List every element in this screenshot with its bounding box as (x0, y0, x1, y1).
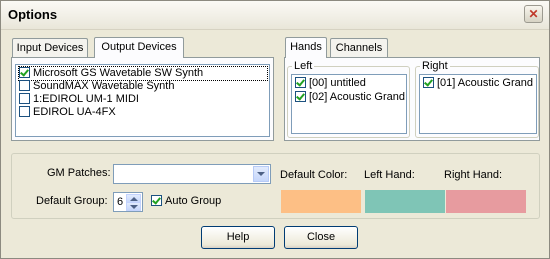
device-label: 1:EDIROL UM-1 MIDI (33, 93, 139, 105)
spin-down-button[interactable] (126, 202, 141, 211)
right-hand-color-swatch[interactable] (446, 190, 526, 213)
track-checkbox[interactable] (423, 77, 434, 88)
auto-group-check[interactable] (151, 195, 162, 206)
track-checkbox[interactable] (295, 91, 306, 102)
default-group-label: Default Group: (36, 195, 108, 207)
list-item[interactable]: 1:EDIROL UM-1 MIDI (19, 93, 139, 106)
device-checkbox[interactable] (19, 106, 30, 117)
device-checkbox[interactable] (19, 80, 30, 91)
options-dialog: Options ✕ Input Devices Output Devices M… (0, 0, 550, 259)
default-color-swatch[interactable] (281, 190, 361, 213)
device-checkbox[interactable] (19, 93, 30, 104)
tab-label: Channels (335, 42, 383, 54)
tab-label: Input Devices (16, 42, 84, 54)
left-hand-list[interactable]: [00] untitled [02] Acoustic Grand Pi (291, 74, 407, 134)
help-label: Help (226, 231, 250, 243)
close-label: Close (306, 231, 336, 243)
right-hand-list[interactable]: [01] Acoustic Grand Pi (419, 74, 537, 134)
dropdown-button[interactable] (253, 166, 269, 182)
left-hand-color-swatch[interactable] (365, 190, 445, 213)
device-label: Microsoft GS Wavetable SW Synth (33, 67, 204, 79)
left-hand-color-label: Left Hand: (364, 169, 415, 181)
gm-patches-select[interactable] (113, 164, 271, 184)
chevron-down-icon (257, 172, 265, 176)
tab-output-devices[interactable]: Output Devices (94, 37, 184, 58)
right-hand-group: Right [01] Acoustic Grand Pi (415, 60, 539, 138)
device-label: SoundMAX Wavetable Synth (33, 80, 175, 92)
close-icon: ✕ (528, 7, 539, 21)
left-hand-group: Left [00] untitled [02] Acoustic Grand P… (287, 60, 410, 138)
dialog-title: Options (8, 7, 58, 22)
device-label: EDIROL UA-4FX (33, 106, 116, 118)
tab-label: Output Devices (101, 41, 177, 53)
left-group-legend: Left (292, 60, 315, 72)
arrow-down-icon (130, 205, 138, 209)
auto-group-label: Auto Group (165, 195, 222, 207)
right-hand-color-label: Right Hand: (444, 169, 503, 181)
track-label: [01] Acoustic Grand Pi (437, 77, 537, 89)
arrow-up-icon (130, 197, 138, 201)
list-item[interactable]: [01] Acoustic Grand Pi (423, 77, 537, 90)
default-color-label: Default Color: (280, 169, 348, 181)
track-label: [00] untitled (309, 77, 366, 89)
help-button[interactable]: Help (201, 226, 275, 249)
right-group-legend: Right (420, 60, 450, 72)
track-label: [02] Acoustic Grand Pi (309, 91, 407, 103)
list-item[interactable]: Microsoft GS Wavetable SW Synth (18, 66, 268, 81)
close-button[interactable]: Close (284, 226, 358, 249)
close-window-button[interactable]: ✕ (524, 5, 543, 23)
tab-channels[interactable]: Channels (330, 38, 388, 58)
list-item[interactable]: EDIROL UA-4FX (19, 106, 116, 119)
gm-patches-label: GM Patches: (47, 167, 111, 179)
tab-label: Hands (290, 41, 322, 53)
devices-panel: Microsoft GS Wavetable SW Synth SoundMAX… (11, 57, 274, 141)
tab-input-devices[interactable]: Input Devices (12, 38, 88, 58)
default-group-value: 6 (117, 196, 124, 208)
device-checkbox[interactable] (19, 67, 30, 78)
auto-group-checkbox[interactable]: Auto Group (151, 195, 221, 207)
track-checkbox[interactable] (295, 77, 306, 88)
title-bar[interactable]: Options ✕ (1, 1, 549, 30)
list-item[interactable]: [02] Acoustic Grand Pi (295, 91, 407, 104)
settings-panel: GM Patches: Default Group: 6 Auto Group … (11, 153, 540, 219)
output-device-list[interactable]: Microsoft GS Wavetable SW Synth SoundMAX… (15, 64, 270, 137)
hands-panel: Left [00] untitled [02] Acoustic Grand P… (284, 57, 540, 141)
tab-hands[interactable]: Hands (285, 37, 327, 58)
list-item[interactable]: [00] untitled (295, 77, 366, 90)
default-group-spinner[interactable]: 6 (113, 192, 143, 212)
list-item[interactable]: SoundMAX Wavetable Synth (19, 80, 174, 93)
